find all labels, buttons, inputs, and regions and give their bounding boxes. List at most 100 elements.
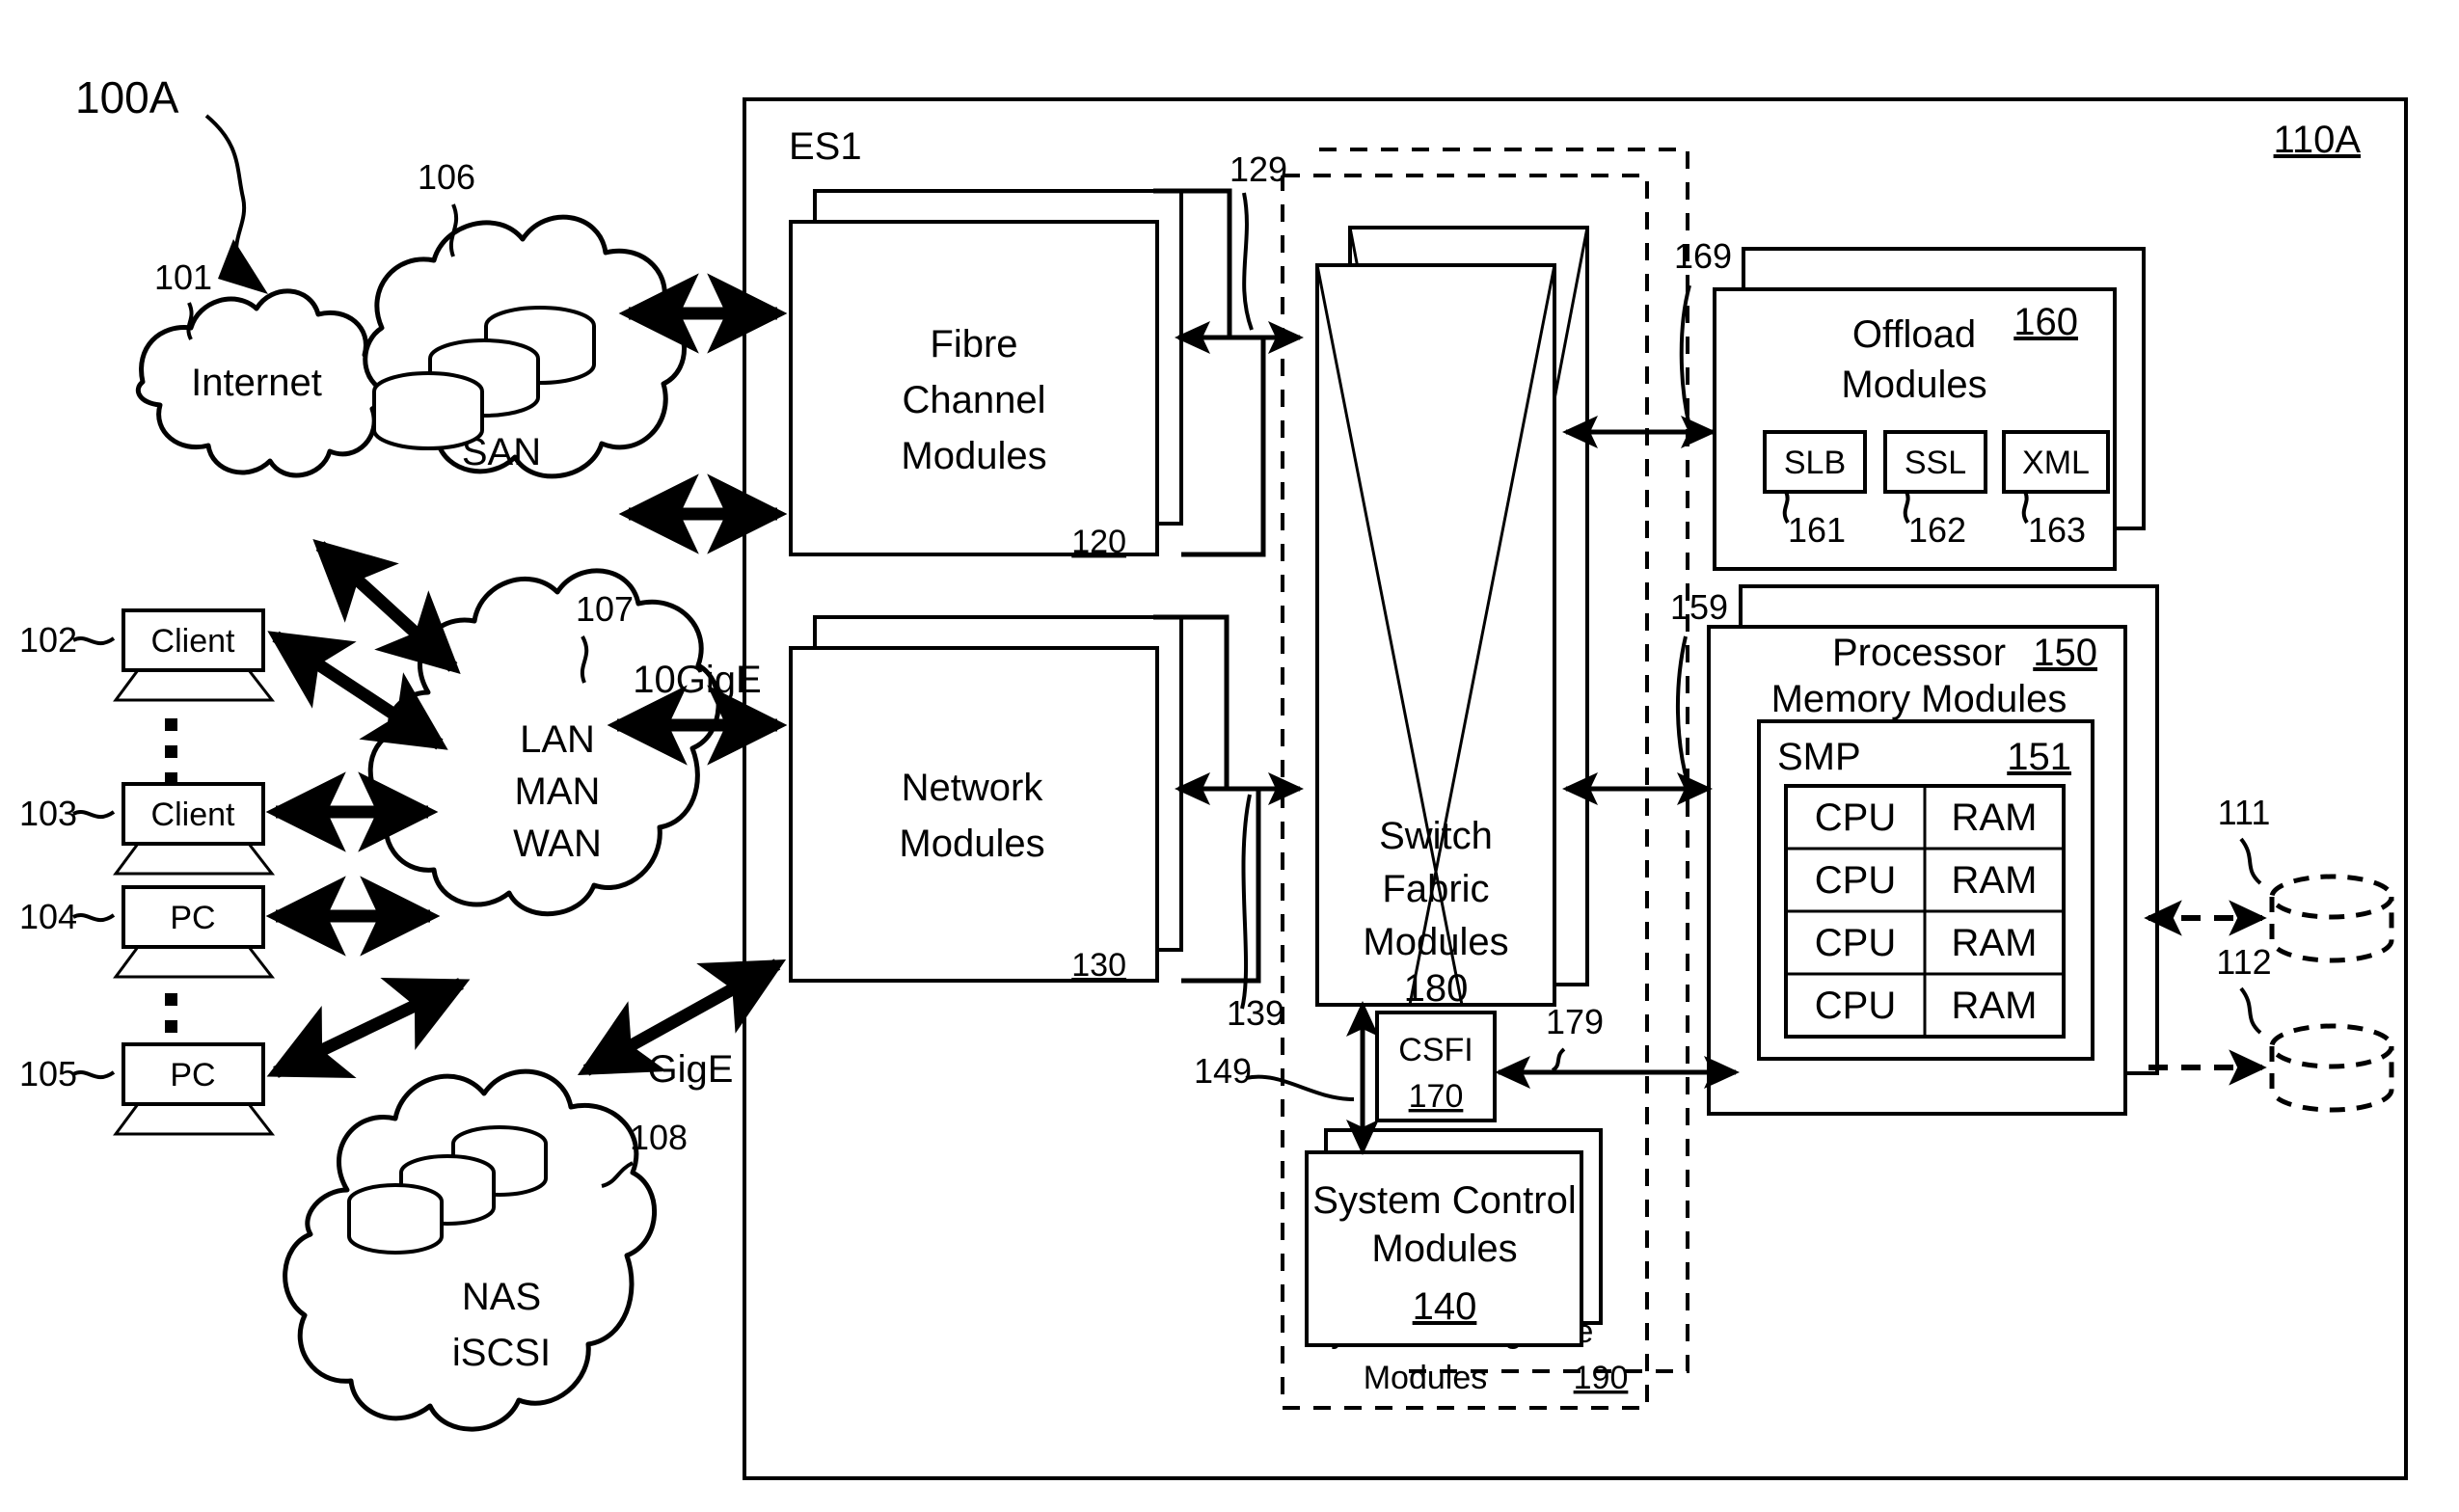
pmm-label-line1: Processor — [1832, 632, 2006, 674]
fc-label-line1: Fibre — [930, 323, 1017, 365]
cpu-cell: CPU — [1815, 796, 1896, 839]
endpoint-client-102: Client 102 — [19, 608, 276, 702]
offload-ref: 160 — [2013, 301, 2078, 343]
smp-ref: 151 — [2007, 736, 2071, 778]
ram-cell: RAM — [1952, 859, 2038, 902]
lan-label-line1: LAN — [520, 718, 595, 761]
pmm-bus-ref: 159 — [1670, 587, 1728, 627]
endpoint-label: Client — [151, 796, 235, 833]
lan-man-wan-cloud: LAN MAN WAN 107 — [367, 568, 721, 917]
patent-diagram: 100A Internet 101 SAN 106 LAN MAN WAN 10… — [19, 72, 2408, 1480]
offload-label-line1: Offload — [1852, 313, 1976, 356]
endpoint-pc-105: PC 105 — [19, 1042, 276, 1136]
lan-label-line2: MAN — [515, 770, 601, 813]
smp-label: SMP — [1777, 736, 1861, 778]
slb-ref: 161 — [1788, 510, 1846, 550]
csfi-bus-ref: 179 — [1546, 1002, 1604, 1041]
disk-front — [347, 1183, 444, 1255]
processor-memory-modules: Processor Memory Modules 150 SMP 151 CPU… — [1707, 584, 2159, 1116]
scm-label-line1: System Control — [1312, 1179, 1576, 1222]
endpoint-ref-leader — [72, 810, 116, 820]
san-ref: 106 — [418, 157, 475, 197]
endpoint-ellipsis-top — [165, 718, 177, 785]
figure-id-label: 100A — [75, 72, 179, 122]
endpoint-ref-leader — [72, 636, 116, 646]
endpoint-ref-leader — [72, 1070, 116, 1080]
disk-front — [372, 371, 484, 450]
fc-label-line3: Modules — [901, 435, 1046, 477]
switch-fabric-modules: Switch Fabric Modules 180 — [1315, 226, 1589, 1010]
network-modules: Network Modules 130 — [789, 615, 1183, 984]
nas-ref: 108 — [630, 1118, 688, 1157]
endpoint-ref-leader — [72, 913, 116, 923]
figure-canvas: 100A Internet 101 SAN 106 LAN MAN WAN 10… — [0, 0, 2459, 1512]
storage-ref: 111 — [2218, 793, 2271, 832]
nm-label-line2: Modules — [899, 823, 1044, 865]
csfi-module: CSFI 170 — [1375, 1011, 1497, 1122]
system-control-modules: System Control Modules 140 — [1305, 1128, 1603, 1347]
lan-label-line3: WAN — [513, 823, 602, 865]
endpoint-pc-104: PC 104 — [19, 885, 276, 979]
ram-cell: RAM — [1952, 985, 2038, 1027]
fc-label-line2: Channel — [902, 379, 1045, 421]
xml-ref: 163 — [2028, 510, 2086, 550]
offload-modules: Offload Modules 160 SLB 161 SSL 162 XML … — [1713, 247, 2146, 571]
offload-bus-ref: 169 — [1674, 236, 1732, 276]
tengige-label: 10GigE — [633, 659, 761, 701]
slb-label: SLB — [1784, 445, 1846, 481]
cpu-cell: CPU — [1815, 985, 1896, 1027]
ssl-ref: 162 — [1908, 510, 1966, 550]
figure-id-leader — [204, 114, 247, 263]
lan-ref: 107 — [576, 589, 634, 629]
endpoint-ref: 103 — [19, 794, 77, 833]
sim-ref: 190 — [1574, 1360, 1629, 1396]
endpoint-client-103: Client 103 — [19, 782, 276, 876]
ram-cell: RAM — [1952, 796, 2038, 839]
fc-ref: 120 — [1071, 524, 1126, 560]
sfm-label-line2: Fabric — [1382, 868, 1489, 910]
sfm-label-line1: Switch — [1379, 815, 1493, 857]
link-internet-lan — [312, 538, 461, 675]
gige-label: GigE — [648, 1048, 734, 1091]
storage-ref: 112 — [2216, 942, 2271, 982]
nm-ref: 130 — [1071, 947, 1126, 984]
cpu-cell: CPU — [1815, 859, 1896, 902]
endpoint-ref: 102 — [19, 620, 77, 660]
link-pc105-lan — [266, 977, 471, 1079]
nm-label-line1: Network — [902, 767, 1044, 809]
scm-ref: 140 — [1413, 1285, 1477, 1328]
link-client102-lan — [267, 631, 448, 750]
smp-block: SMP 151 CPU RAM CPU RAM CPU RAM CPU RAM — [1757, 719, 2094, 1061]
csfi-ref: 170 — [1409, 1078, 1464, 1115]
nm-bus-ref: 139 — [1227, 993, 1284, 1033]
pmm-ref: 150 — [2033, 632, 2097, 674]
internet-ref: 101 — [154, 257, 212, 297]
figure-id-arrowhead — [218, 239, 268, 294]
endpoint-ref: 105 — [19, 1054, 77, 1094]
csfi-link-ref: 149 — [1194, 1051, 1252, 1091]
sfm-ref: 180 — [1404, 967, 1469, 1010]
endpoint-label: Client — [151, 623, 235, 660]
csfi-label: CSFI — [1398, 1032, 1473, 1068]
sim-label-line2: Modules — [1364, 1360, 1488, 1396]
nas-cloud: NAS iSCSI 108 — [283, 1068, 688, 1432]
fibre-channel-modules: Fibre Channel Modules 120 — [789, 189, 1183, 560]
endpoint-label: PC — [170, 900, 215, 936]
fc-bus-ref: 129 — [1230, 149, 1287, 189]
xml-label: XML — [2022, 445, 2090, 481]
sfm-label-line3: Modules — [1363, 921, 1508, 963]
scm-label-line2: Modules — [1371, 1228, 1517, 1270]
nas-label-line2: iSCSI — [452, 1332, 551, 1374]
nas-label-line1: NAS — [462, 1276, 541, 1318]
cpu-cell: CPU — [1815, 922, 1896, 964]
pmm-label-line2: Memory Modules — [1771, 678, 2067, 720]
es1-label: ES1 — [789, 125, 862, 168]
enclosure-ref: 110A — [2274, 119, 2362, 161]
ram-cell: RAM — [1952, 922, 2038, 964]
endpoint-label: PC — [170, 1057, 215, 1094]
cpu-ram-grid: CPU RAM CPU RAM CPU RAM CPU RAM — [1784, 784, 2066, 1039]
endpoint-ref: 104 — [19, 897, 77, 936]
internet-label: Internet — [191, 362, 322, 404]
offload-label-line2: Modules — [1841, 364, 1986, 406]
ssl-label: SSL — [1905, 445, 1966, 481]
